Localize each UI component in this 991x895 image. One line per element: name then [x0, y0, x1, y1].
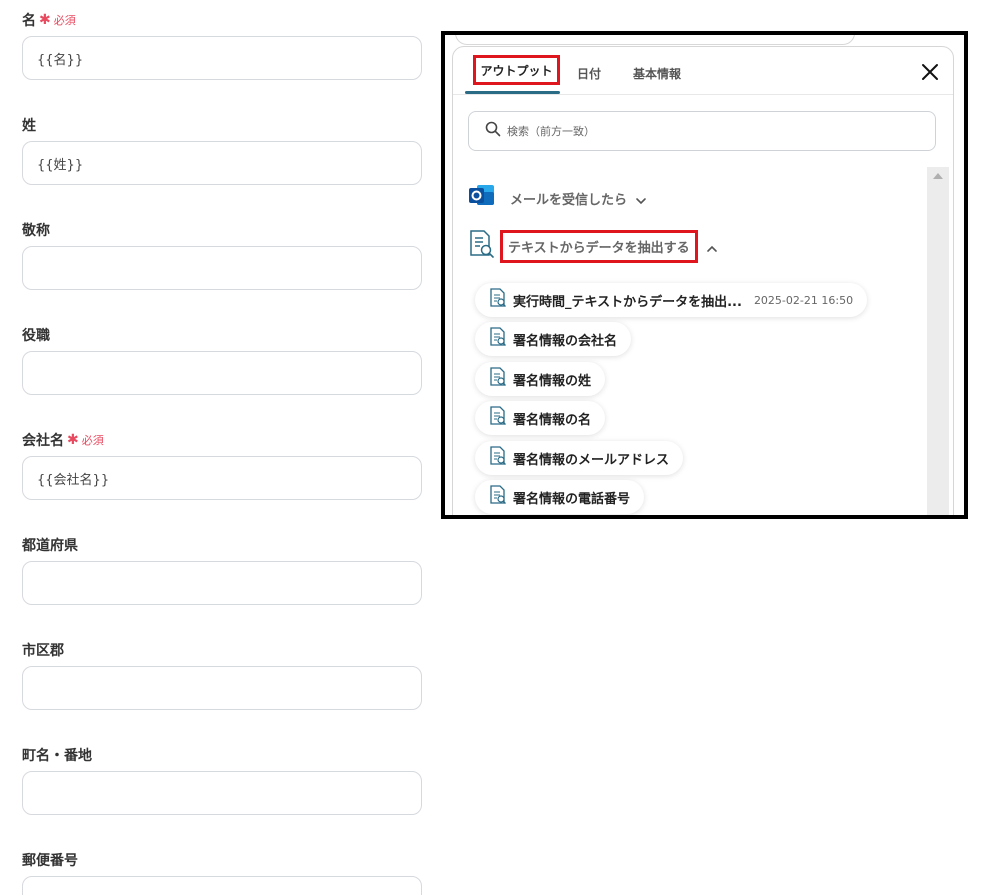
position-input[interactable]	[22, 351, 422, 395]
field-label: 役職	[22, 328, 50, 344]
postal-code-input[interactable]	[22, 876, 422, 895]
chevron-down-icon[interactable]	[635, 192, 647, 205]
output-item-label: 署名情報のメールアドレス	[513, 452, 670, 468]
prefecture-input[interactable]	[22, 561, 422, 605]
tab-bar: アウトプット 日付 基本情報	[453, 47, 953, 95]
output-item-label: 署名情報の姓	[513, 373, 592, 389]
output-item[interactable]: 実行時間_テキストからデータを抽出... 2025-02-21 16:50	[475, 283, 868, 317]
field-label: 姓	[22, 118, 36, 134]
field-label: 名	[22, 13, 36, 29]
text-extract-icon	[468, 229, 496, 263]
outlook-icon	[468, 183, 496, 213]
output-item[interactable]: 署名情報の会社名	[475, 322, 632, 356]
section-title: テキストからデータを抽出する	[500, 229, 698, 263]
underlying-panel-edge	[455, 35, 855, 45]
search-icon	[485, 121, 501, 141]
field-label: 敬称	[22, 223, 50, 239]
field-label: 会社名	[22, 433, 64, 449]
required-asterisk-icon: ✱	[39, 12, 51, 28]
close-icon[interactable]	[919, 61, 941, 83]
document-icon	[489, 367, 507, 391]
document-icon	[489, 446, 507, 470]
output-item[interactable]: 署名情報の電話番号	[475, 480, 645, 514]
output-item[interactable]: 署名情報のメールアドレス	[475, 441, 684, 475]
field-label: 町名・番地	[22, 748, 92, 764]
output-item-label: 実行時間_テキストからデータを抽出...	[513, 294, 742, 310]
field-label: 市区郡	[22, 643, 64, 659]
field-label: 都道府県	[22, 538, 78, 554]
document-icon	[489, 406, 507, 430]
document-icon	[489, 485, 507, 509]
field-label: 郵便番号	[22, 853, 78, 869]
tab-basic-info[interactable]: 基本情報	[633, 65, 681, 82]
street-address-input[interactable]	[22, 771, 422, 815]
search-input[interactable]: 検索（前方一致）	[468, 111, 936, 151]
output-item[interactable]: 署名情報の姓	[475, 362, 606, 396]
city-input[interactable]	[22, 666, 422, 710]
tab-output[interactable]: アウトプット	[473, 55, 560, 85]
output-item-value: 2025-02-21 16:50	[753, 293, 854, 307]
last-name-input[interactable]: {{姓}}	[22, 141, 422, 185]
honorific-input[interactable]	[22, 246, 422, 290]
output-item-label: 署名情報の名	[513, 412, 592, 428]
output-picker-frame: アウトプット 日付 基本情報 検索（前方一致） メールを受信したら テキストから…	[441, 31, 968, 519]
scrollbar[interactable]	[927, 167, 949, 515]
first-name-input[interactable]: {{名}}	[22, 36, 422, 80]
output-item-label: 署名情報の電話番号	[513, 491, 631, 507]
active-tab-indicator	[465, 91, 560, 94]
output-picker-panel: アウトプット 日付 基本情報 検索（前方一致） メールを受信したら テキストから…	[452, 46, 954, 515]
required-badge: 必須	[53, 14, 76, 27]
section-title: メールを受信したら	[510, 192, 628, 208]
scroll-up-icon[interactable]	[933, 173, 943, 179]
document-icon	[489, 327, 507, 351]
document-icon	[489, 288, 507, 312]
output-item-label: 署名情報の会社名	[513, 333, 618, 349]
required-badge: 必須	[81, 434, 104, 447]
chevron-up-icon[interactable]	[706, 240, 718, 252]
required-asterisk-icon: ✱	[67, 432, 79, 448]
search-placeholder: 検索（前方一致）	[507, 125, 595, 138]
tab-date[interactable]: 日付	[577, 65, 601, 82]
company-name-input[interactable]: {{会社名}}	[22, 456, 422, 500]
section-mail-received[interactable]: メールを受信したら	[468, 183, 647, 213]
section-text-extract[interactable]: テキストからデータを抽出する	[468, 229, 718, 263]
output-item[interactable]: 署名情報の名	[475, 401, 606, 435]
